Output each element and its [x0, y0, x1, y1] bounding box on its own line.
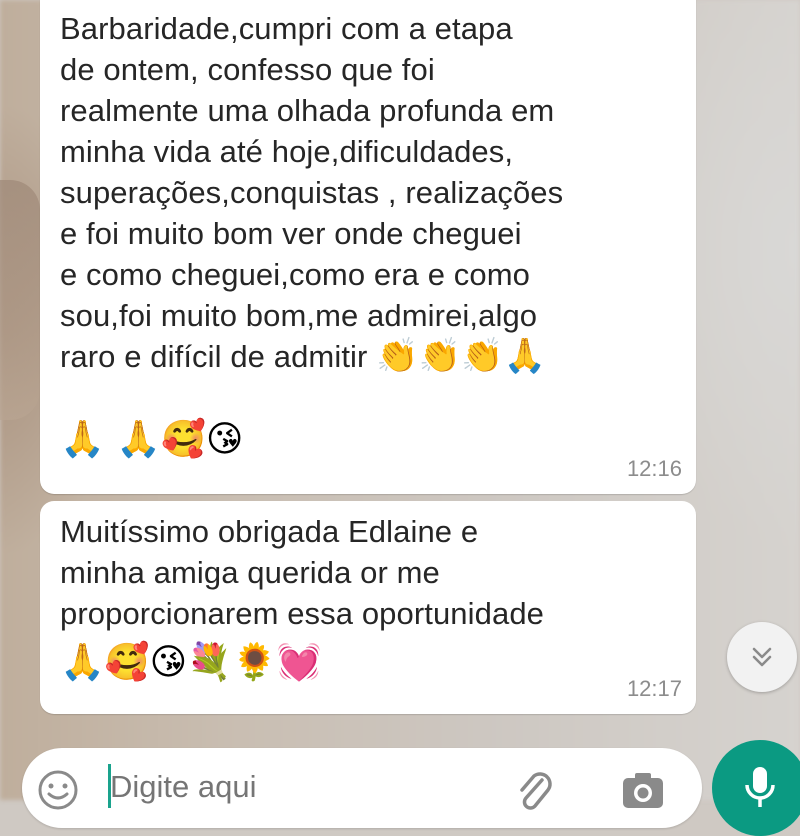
message-input[interactable]: [110, 762, 490, 812]
microphone-icon: [745, 767, 775, 807]
message-inline-emojis: 👏👏👏🙏: [376, 336, 546, 376]
message-bubble[interactable]: Barbaridade,cumpri com a etapa de ontem,…: [40, 0, 696, 494]
emoji-icon[interactable]: [36, 768, 80, 812]
message-text: Barbaridade,cumpri com a etapa de ontem,…: [60, 11, 564, 376]
voice-record-button[interactable]: [712, 740, 800, 836]
scroll-to-bottom-button[interactable]: [727, 622, 797, 692]
paperclip-icon[interactable]: [512, 766, 556, 816]
message-emoji-line: 🙏🥰😘💐🌻💓: [60, 642, 322, 683]
message-timestamp: 12:16: [626, 456, 682, 481]
message-timestamp: 12:17: [626, 676, 682, 701]
chevron-double-down-icon: [752, 647, 772, 667]
message-text: Muitíssimo obrigada Edlaine e minha amig…: [60, 514, 545, 631]
message-bubble[interactable]: Muitíssimo obrigada Edlaine e minha amig…: [40, 501, 696, 714]
wallpaper-shape: [0, 180, 40, 420]
message-composer: [22, 748, 702, 828]
message-emoji-line: 🙏 🙏🥰😘: [60, 419, 244, 460]
camera-icon[interactable]: [620, 770, 666, 810]
